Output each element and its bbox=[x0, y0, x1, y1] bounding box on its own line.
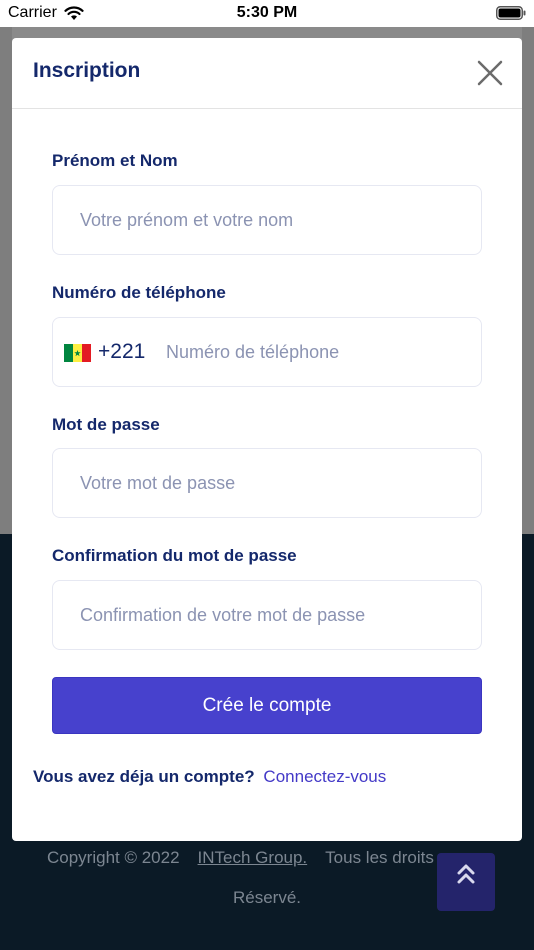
battery-icon bbox=[496, 6, 526, 20]
phone-placeholder: Numéro de téléphone bbox=[166, 342, 340, 362]
password-label: Mot de passe bbox=[52, 415, 160, 434]
login-link[interactable]: Connectez-vous bbox=[263, 767, 386, 786]
phone-field[interactable]: +221 Numéro de téléphone bbox=[52, 317, 482, 387]
login-question: Vous avez déja un compte? bbox=[33, 767, 255, 786]
confirm-password-label: Confirmation du mot de passe bbox=[52, 546, 297, 565]
confirm-password-field[interactable]: Confirmation de votre mot de passe bbox=[52, 580, 482, 650]
senegal-flag-icon[interactable] bbox=[64, 344, 91, 362]
double-chevron-up-icon bbox=[457, 864, 475, 884]
footer-copyright: Copyright © 2022 INTech Group. Tous les dr… bbox=[47, 848, 434, 868]
create-account-button[interactable]: Crée le compte bbox=[52, 677, 482, 734]
scroll-to-top-button[interactable] bbox=[437, 853, 495, 911]
name-field[interactable]: Votre prénom et votre nom bbox=[52, 185, 482, 255]
confirm-password-placeholder: Confirmation de votre mot de passe bbox=[80, 605, 366, 625]
phone-label: Numéro de téléphone bbox=[52, 283, 226, 302]
company-link[interactable]: INTech Group. bbox=[198, 848, 308, 867]
name-label: Prénom et Nom bbox=[52, 151, 178, 170]
copyright-text: Copyright © 2022 bbox=[47, 848, 180, 867]
status-bar: Carrier 5:30 PM bbox=[0, 0, 534, 27]
password-placeholder: Votre mot de passe bbox=[80, 473, 236, 493]
clock: 5:30 PM bbox=[236, 4, 298, 21]
login-prompt: Vous avez déja un compte? Connectez-vous bbox=[33, 767, 386, 787]
dial-code[interactable]: +221 bbox=[98, 340, 145, 364]
modal-title: Inscription bbox=[33, 59, 141, 82]
rights-text: Tous les droits bbox=[325, 848, 434, 867]
signup-modal: Inscription Prénom et Nom Votre prénom e… bbox=[12, 38, 522, 841]
password-field[interactable]: Votre mot de passe bbox=[52, 448, 482, 518]
close-icon[interactable] bbox=[477, 60, 503, 86]
name-placeholder: Votre prénom et votre nom bbox=[80, 210, 294, 230]
modal-header: Inscription bbox=[12, 38, 522, 109]
